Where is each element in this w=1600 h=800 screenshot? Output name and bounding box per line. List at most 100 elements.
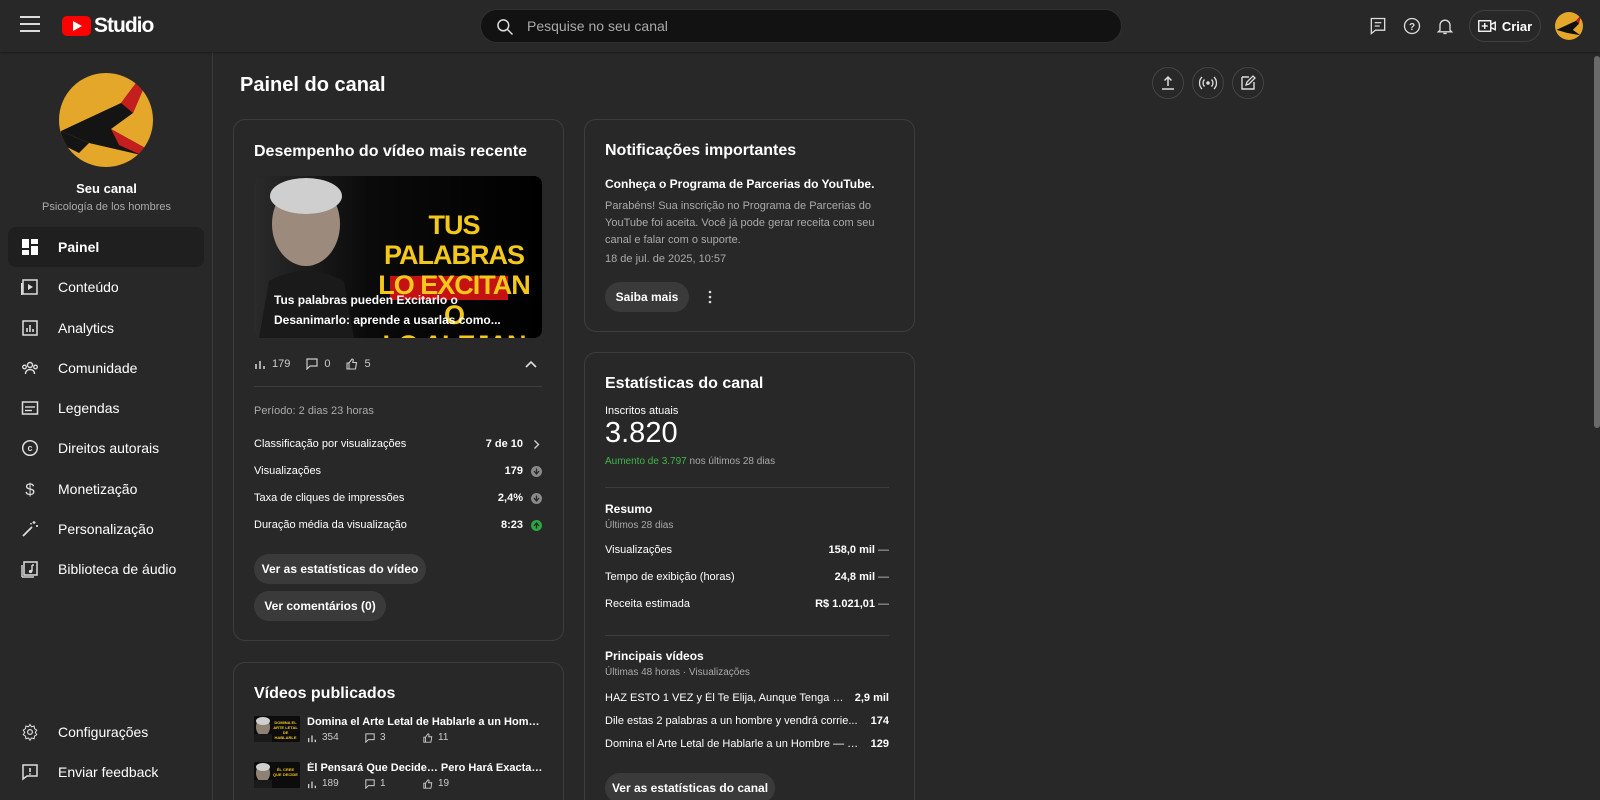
upload-icon [1162, 75, 1174, 90]
sidebar-item-conteudo[interactable]: Conteúdo [8, 267, 204, 307]
list-item[interactable]: ÉL CREE QUE DECIDE Él Pensará Que Decide… [254, 762, 544, 794]
likes-count: 19 [438, 778, 450, 789]
create-button[interactable]: Criar [1469, 10, 1541, 42]
top-video-row[interactable]: HAZ ESTO 1 VEZ y Él Te Elija, Aunque Ten… [605, 692, 889, 704]
audio-library-icon [20, 559, 40, 579]
notifications-bell-icon[interactable] [1433, 14, 1457, 38]
more-options-icon[interactable] [702, 289, 718, 305]
subscribers-period: nos últimos 28 dias [686, 456, 776, 467]
likes-stat: 19 [423, 778, 481, 789]
bar-chart-icon [308, 781, 316, 788]
page-scrollbar[interactable] [1594, 56, 1600, 428]
sidebar-item-painel[interactable]: Painel [8, 227, 204, 267]
list-item[interactable]: DOMINA EL ARTE LETAL DE HABLARLE Domina … [254, 716, 544, 748]
top-video-row[interactable]: Domina el Arte Letal de Hablarle a un Ho… [605, 738, 889, 750]
sidebar-item-label: Biblioteca de áudio [58, 561, 177, 578]
video-title: Él Pensará Que Decide… Pero Hará Exactam… [307, 762, 543, 774]
sidebar-item-label: Enviar feedback [58, 764, 159, 781]
page-title: Painel do canal [240, 74, 386, 96]
video-thumbnail: DOMINA EL ARTE LETAL DE HABLARLE [254, 716, 300, 742]
sidebar-bottom-nav: Configurações Enviar feedback [8, 712, 204, 793]
sidebar-item-direitos-autorais[interactable]: c Direitos autorais [8, 428, 204, 468]
video-quick-stats: 179 0 5 [254, 358, 387, 370]
likes-stat: 5 [346, 358, 371, 370]
comments-count: 0 [324, 358, 331, 370]
metric-label: Duração média da visualização [254, 519, 407, 531]
sidebar-item-legendas[interactable]: Legendas [8, 388, 204, 428]
sidebar-item-label: Monetização [58, 480, 138, 497]
channel-stats-title: Estatísticas do canal [605, 375, 764, 392]
sidebar-item-label: Configurações [58, 724, 149, 740]
sidebar-item-comunidade[interactable]: Comunidade [8, 348, 204, 388]
copyright-icon: c [20, 438, 40, 458]
published-videos-title: Vídeos publicados [254, 685, 396, 702]
channel-stats-button[interactable]: Ver as estatísticas do canal [605, 773, 775, 800]
upload-button[interactable] [1152, 67, 1184, 99]
channel-avatar[interactable] [59, 73, 153, 167]
subscribers-increase: Aumento de 3.797 [605, 456, 687, 467]
edit-icon [1241, 75, 1256, 90]
thumbnail-headline-line: TUS PALABRAS [384, 210, 525, 270]
thumbnail-text: ÉL CREE QUE DECIDE [273, 767, 298, 777]
thumbs-up-icon [423, 732, 433, 743]
metric-rank[interactable]: Classificação por visualizações 7 de 10 [254, 438, 542, 450]
thumbs-up-icon [423, 778, 433, 789]
svg-text:$: $ [25, 480, 35, 498]
likes-count: 11 [438, 732, 449, 743]
community-icon [20, 358, 40, 378]
account-avatar[interactable] [1555, 12, 1583, 40]
metric-label: Classificação por visualizações [254, 438, 407, 450]
help-icon[interactable]: ? [1400, 14, 1424, 38]
messages-icon[interactable] [1366, 14, 1390, 38]
sidebar-item-label: Conteúdo [58, 279, 119, 296]
comments-stat: 1 [365, 778, 423, 789]
subtitles-icon [20, 398, 40, 418]
create-label: Criar [1501, 18, 1533, 34]
learn-more-button[interactable]: Saiba mais [605, 282, 689, 312]
metric-avg-duration: Duração média da visualização 8:23 [254, 519, 542, 531]
divider [605, 635, 889, 636]
video-stats-button[interactable]: Ver as estatísticas do vídeo [254, 554, 426, 584]
metric-value: 179 [504, 465, 523, 477]
comments-stat: 0 [306, 358, 330, 370]
summary-label: Receita estimada [605, 598, 690, 610]
top-video-row[interactable]: Dile estas 2 palabras a un hombre y vend… [605, 715, 889, 727]
live-broadcast-icon [1199, 76, 1217, 90]
youtube-play-icon [62, 16, 91, 36]
thumbnail-text: DOMINA EL ARTE LETAL DE HABLARLE [273, 720, 298, 740]
bar-chart-icon [308, 735, 316, 742]
top-videos-title: Principais vídeos [605, 649, 704, 663]
create-post-button[interactable] [1232, 67, 1264, 99]
metric-value: 2,4% [497, 492, 523, 504]
top-video-views: 174 [870, 715, 889, 727]
important-notifications-card: Notificações importantes Conheça o Progr… [584, 119, 915, 332]
studio-logo[interactable]: Studio [62, 14, 154, 38]
sidebar-item-biblioteca-audio[interactable]: Biblioteca de áudio [8, 549, 204, 589]
top-video-title: HAZ ESTO 1 VEZ y Él Te Elija, Aunque Ten… [605, 692, 855, 704]
top-video-title: Domina el Arte Letal de Hablarle a un Ho… [605, 738, 864, 750]
video-stats: 354 3 11 [307, 732, 481, 743]
video-title: Tus palabras pueden Excitarlo o Desanima… [274, 293, 501, 327]
channel-name[interactable]: Seu canal [0, 181, 213, 196]
sidebar-item-analytics[interactable]: Analytics [8, 308, 204, 348]
latest-video-thumbnail[interactable]: TUS PALABRAS LO EXCITAN O LO ALEJAN Tus … [254, 176, 542, 338]
view-comments-button[interactable]: Ver comentários (0) [254, 591, 386, 621]
notifications-title: Notificações importantes [605, 142, 797, 159]
sidebar-item-configuracoes[interactable]: Configurações [8, 712, 204, 752]
collapse-chevron-icon[interactable] [524, 358, 538, 370]
summary-trend: — [878, 598, 889, 610]
thumbs-up-icon [346, 358, 358, 370]
sidebar-item-personalizacao[interactable]: Personalização [8, 509, 204, 549]
metric-ctr: Taxa de cliques de impressões 2,4% [254, 492, 542, 504]
sidebar-item-label: Personalização [58, 521, 154, 538]
sidebar-item-enviar-feedback[interactable]: Enviar feedback [8, 752, 204, 792]
menu-icon[interactable] [20, 16, 40, 36]
summary-trend: — [878, 571, 889, 583]
arrow-up-icon [531, 519, 542, 531]
gear-icon [20, 722, 40, 742]
search-input[interactable] [527, 10, 1097, 42]
sidebar-item-monetizacao[interactable]: $ Monetização [8, 469, 204, 509]
channel-subtitle: Psicología de los hombres [41, 201, 171, 213]
chevron-right-icon [534, 439, 540, 449]
go-live-button[interactable] [1192, 67, 1224, 99]
